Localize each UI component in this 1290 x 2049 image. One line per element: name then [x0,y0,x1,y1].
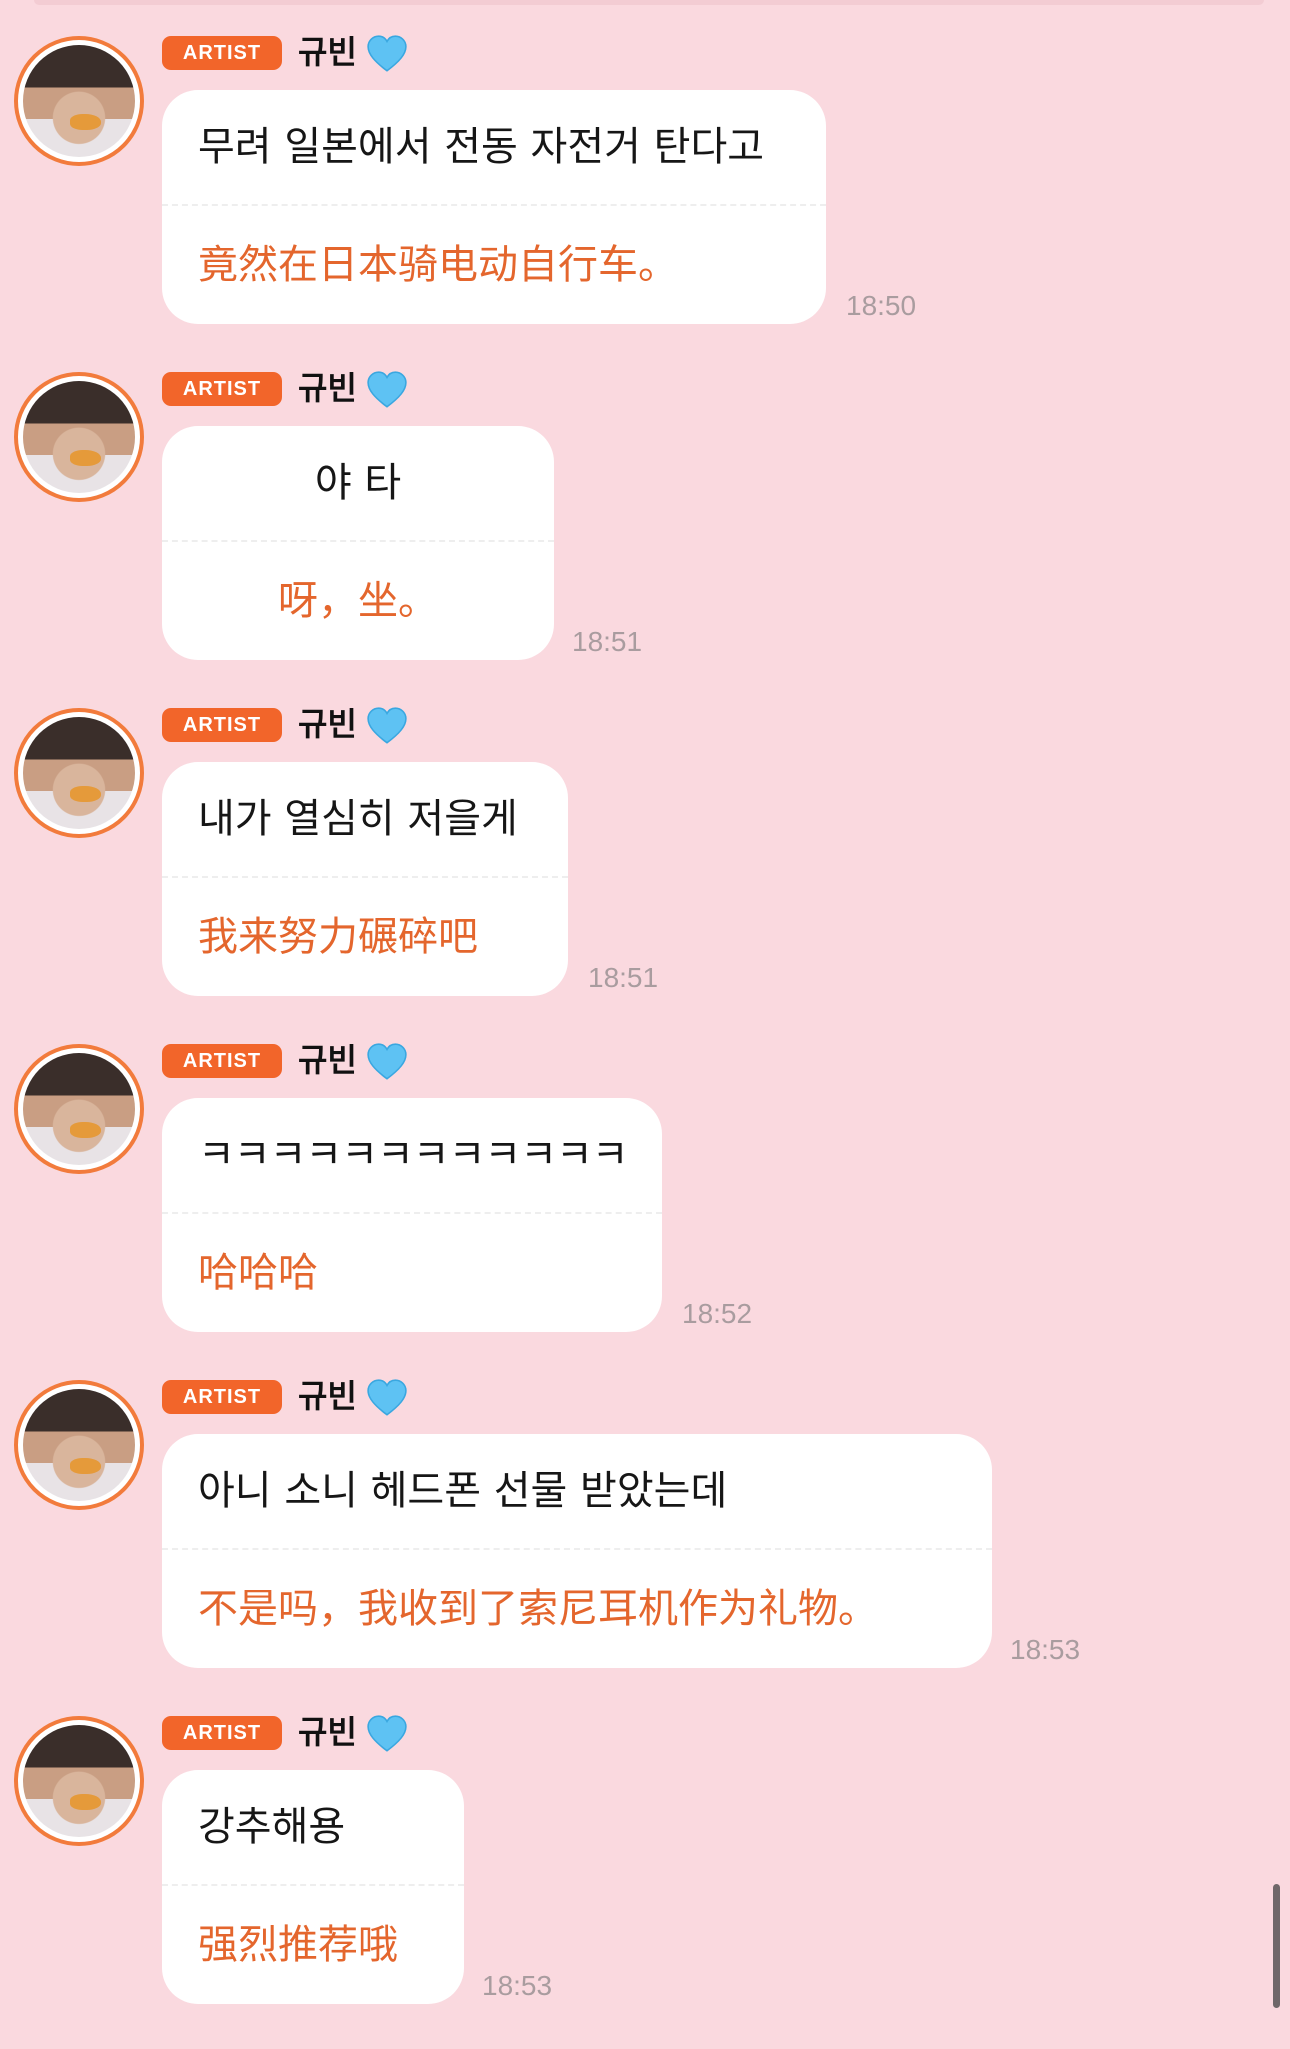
translation-divider [162,1548,992,1550]
avatar-snack [70,450,102,467]
chat-message: ARTIST 규빈 아니 소니 헤드폰 선물 받았는데 不是吗，我收到了索尼耳机… [0,1344,1290,1668]
avatar-photo [23,1725,135,1837]
avatar-snack [70,1794,102,1811]
message-translation-text: 强烈推荐哦 [198,1922,398,1968]
translation-divider [162,1884,464,1886]
translation-divider [162,876,568,878]
blue-heart-icon [367,1043,407,1080]
artist-badge: ARTIST [162,36,282,70]
chat-message: ARTIST 규빈 무려 일본에서 전동 자전거 탄다고 竟然在日本骑电动自行车… [0,0,1290,324]
blue-heart-icon [367,707,407,744]
chat-message: ARTIST 규빈 강추해용 强烈推荐哦 18:53 [0,1680,1290,2004]
message-translation-text: 我来努力碾碎吧 [198,914,478,960]
message-bubble[interactable]: 내가 열심히 저을게 我来努力碾碎吧 [162,762,568,996]
message-translation-text: 呀，坐。 [278,578,438,624]
message-bubble[interactable]: 야 타 呀，坐。 [162,426,554,660]
message-time: 18:50 [846,290,917,321]
avatar-snack [70,786,102,803]
sender-name[interactable]: 규빈 [298,366,357,410]
artist-badge: ARTIST [162,1044,282,1078]
chat-message: ARTIST 규빈 ㅋㅋㅋㅋㅋㅋㅋㅋㅋㅋㅋㅋ 哈哈哈 18:52 [0,1008,1290,1332]
message-original-text: 무려 일본에서 전동 자전거 탄다고 [198,124,765,170]
scrollbar[interactable] [1273,1884,1280,2008]
message-original-text: 아니 소니 헤드폰 선물 받았는데 [198,1468,728,1514]
message-translation-text: 不是吗，我收到了索尼耳机作为礼物。 [198,1586,878,1632]
avatar-snack [70,1122,102,1139]
message-bubble[interactable]: 아니 소니 헤드폰 선물 받았는데 不是吗，我收到了索尼耳机作为礼物。 [162,1434,992,1668]
message-original-text: 강추해용 [198,1804,346,1850]
translation-divider [162,540,554,542]
message-original-text: 내가 열심히 저을게 [198,796,518,842]
message-translation-text: 哈哈哈 [198,1250,318,1296]
avatar[interactable] [14,1716,144,1846]
avatar[interactable] [14,708,144,838]
artist-badge: ARTIST [162,1716,282,1750]
message-time: 18:52 [682,1298,753,1329]
sender-name[interactable]: 규빈 [298,1710,357,1754]
chat-message: ARTIST 규빈 내가 열심히 저을게 我来努力碾碎吧 18:51 [0,672,1290,996]
blue-heart-icon [367,35,407,72]
translation-divider [162,204,826,206]
avatar-photo [23,45,135,157]
avatar-snack [70,114,102,131]
message-original-text: 야 타 [314,460,402,506]
sender-name[interactable]: 규빈 [298,1038,357,1082]
chat-message: ARTIST 규빈 야 타 呀，坐。 18:51 [0,336,1290,660]
message-time: 18:53 [482,1970,553,2001]
avatar-photo [23,717,135,829]
avatar[interactable] [14,36,144,166]
artist-badge: ARTIST [162,372,282,406]
avatar[interactable] [14,1044,144,1174]
sender-name[interactable]: 규빈 [298,702,357,746]
avatar-snack [70,1458,102,1475]
message-translation-text: 竟然在日本骑电动自行车。 [198,242,678,288]
message-bubble[interactable]: 무려 일본에서 전동 자전거 탄다고 竟然在日本骑电动自行车。 [162,90,826,324]
blue-heart-icon [367,1715,407,1752]
avatar-photo [23,1053,135,1165]
avatar-photo [23,1389,135,1501]
translation-divider [162,1212,662,1214]
message-time: 18:51 [572,626,643,657]
avatar[interactable] [14,1380,144,1510]
message-bubble[interactable]: ㅋㅋㅋㅋㅋㅋㅋㅋㅋㅋㅋㅋ 哈哈哈 [162,1098,662,1332]
message-time: 18:51 [588,962,659,993]
blue-heart-icon [367,371,407,408]
blue-heart-icon [367,1379,407,1416]
sender-name[interactable]: 규빈 [298,1374,357,1418]
sender-name[interactable]: 규빈 [298,30,357,74]
avatar-photo [23,381,135,493]
artist-badge: ARTIST [162,708,282,742]
avatar[interactable] [14,372,144,502]
message-original-text: ㅋㅋㅋㅋㅋㅋㅋㅋㅋㅋㅋㅋ [198,1132,629,1178]
artist-badge: ARTIST [162,1380,282,1414]
message-time: 18:53 [1010,1634,1081,1665]
message-bubble[interactable]: 강추해용 强烈推荐哦 [162,1770,464,2004]
